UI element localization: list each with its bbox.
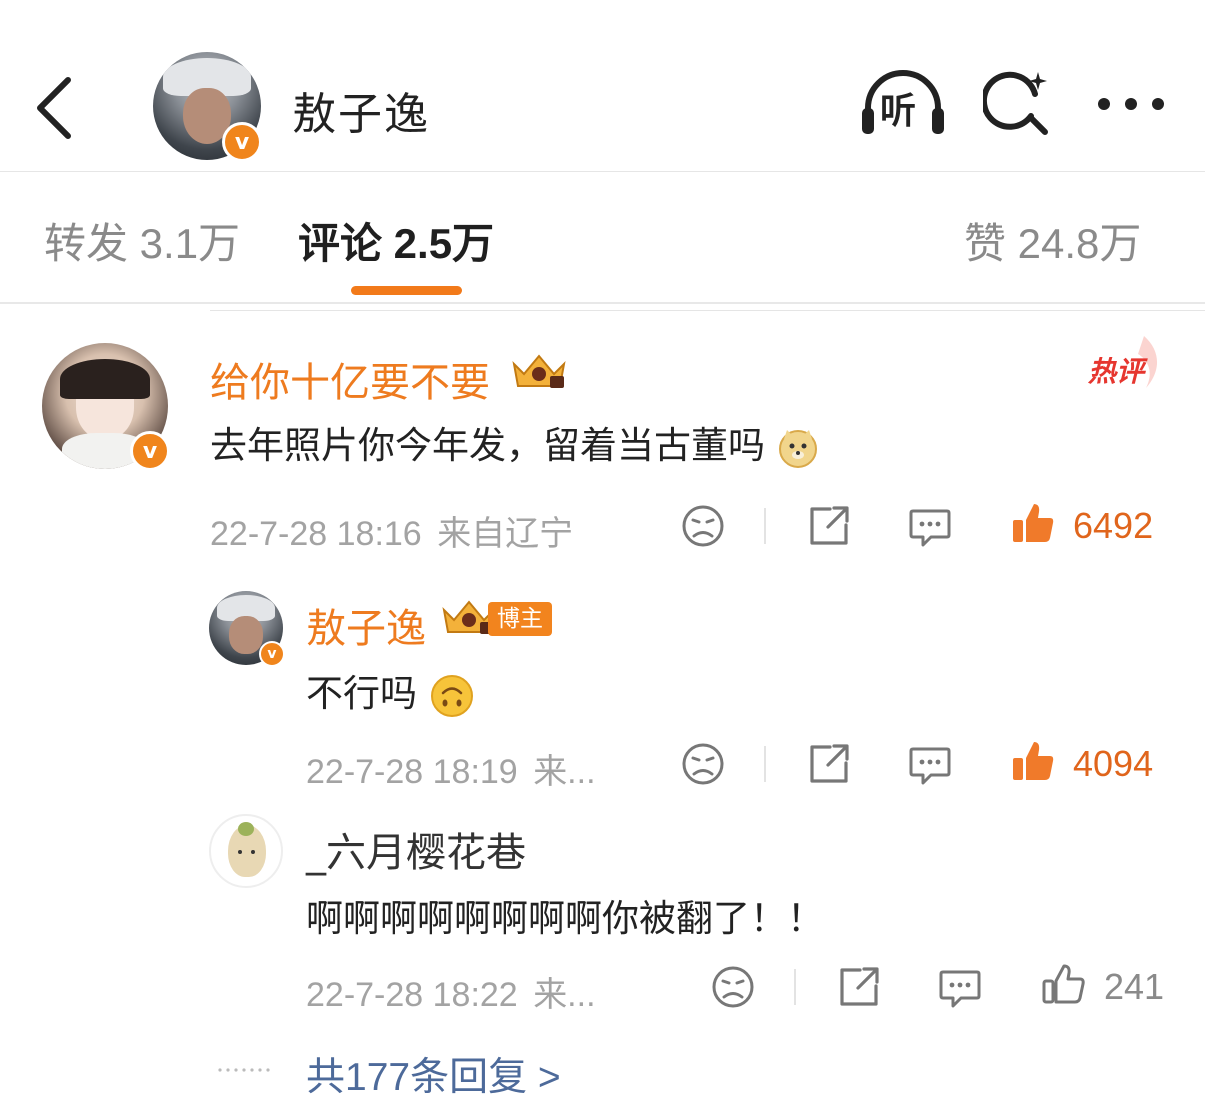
comment-time: 22-7-28 18:16 — [210, 515, 422, 553]
reply-time: 22-7-28 18:19 — [306, 753, 518, 791]
action-separator — [794, 969, 796, 1005]
more-dots-icon[interactable] — [1096, 92, 1166, 116]
upside-down-face-emoji-icon — [430, 674, 473, 717]
reply-location: 来... — [533, 753, 596, 791]
search-sparkle-icon[interactable] — [983, 70, 1051, 138]
comment-meta: 22-7-28 18:16 来自辽宁 — [210, 506, 573, 555]
reply-location: 来... — [533, 976, 596, 1014]
share-icon[interactable] — [806, 741, 852, 787]
reply-time: 22-7-28 18:22 — [306, 976, 518, 1014]
reply-meta: 22-7-28 18:19 来... — [306, 744, 596, 793]
reply-meta: 22-7-28 18:22 来... — [306, 967, 596, 1016]
author-name[interactable]: 敖子逸 — [292, 78, 430, 142]
commenter-name[interactable]: 给你十亿要不要 — [210, 350, 490, 408]
verified-badge-icon: v — [259, 641, 285, 667]
comment-like-count: 6492 — [1073, 505, 1154, 546]
listen-label[interactable]: 听 — [880, 82, 916, 134]
hot-comment-label: 热评 — [1088, 355, 1145, 388]
comment-location: 来自辽宁 — [437, 515, 574, 553]
reply-like-count: 4094 — [1073, 743, 1154, 784]
share-icon[interactable] — [806, 503, 852, 549]
reply-bubble-icon[interactable] — [907, 741, 953, 787]
tab-reposts[interactable]: 转发 3.1万 — [44, 210, 240, 271]
doge-emoji-icon — [778, 429, 817, 468]
like-thumb-icon[interactable] — [1010, 500, 1056, 546]
dotted-line — [218, 1068, 270, 1072]
tab-bar: 转发 3.1万 评论 2.5万 赞 24.8万 — [0, 172, 1205, 304]
reply-author-name[interactable]: _六月樱花巷 — [306, 820, 526, 878]
like-thumb-icon[interactable] — [1010, 738, 1056, 784]
back-arrow-icon[interactable] — [22, 60, 92, 150]
tab-comments[interactable]: 评论 2.5万 — [298, 210, 494, 271]
reply-author-name[interactable]: 敖子逸 — [306, 596, 426, 654]
view-more-replies-link[interactable]: 共177条回复 > — [306, 1046, 561, 1102]
dislike-face-icon[interactable] — [680, 503, 726, 549]
action-separator — [764, 508, 766, 544]
blogger-badge: 博主 — [488, 602, 552, 636]
active-tab-indicator — [351, 286, 462, 295]
verified-badge-icon: v — [222, 122, 262, 162]
dislike-face-icon[interactable] — [680, 741, 726, 787]
reply-bubble-icon[interactable] — [907, 503, 953, 549]
reply-bubble-icon[interactable] — [937, 964, 983, 1010]
verified-badge-icon: v — [130, 431, 170, 471]
like-thumb-outline-icon[interactable] — [1040, 961, 1086, 1007]
reply-text: 不行吗 — [306, 663, 475, 719]
action-separator — [764, 746, 766, 782]
reply-text: 啊啊啊啊啊啊啊啊你被翻了！！ — [306, 897, 824, 940]
divider — [210, 310, 1205, 311]
tab-likes[interactable]: 赞 24.8万 — [964, 210, 1141, 271]
reply-avatar[interactable] — [209, 814, 283, 888]
comment-text: 去年照片你今年发，留着当古董吗 — [210, 415, 819, 469]
top-bar: v 敖子逸 听 — [0, 0, 1205, 172]
reply-like-count: 241 — [1104, 966, 1165, 1007]
share-icon[interactable] — [836, 964, 882, 1010]
vip-crown-icon — [512, 354, 566, 388]
dislike-face-icon[interactable] — [710, 964, 756, 1010]
